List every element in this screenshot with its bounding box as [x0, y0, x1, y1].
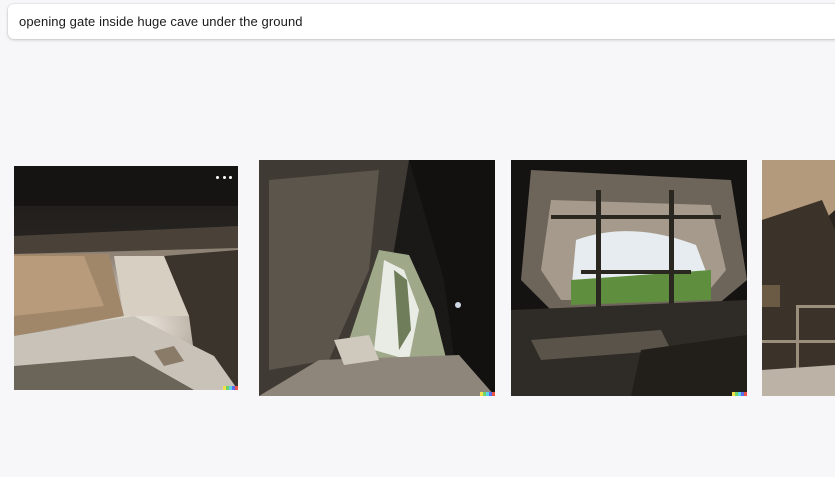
more-options-button[interactable] [216, 172, 232, 182]
generated-image-4[interactable] [762, 160, 835, 396]
prompt-text: opening gate inside huge cave under the … [19, 14, 303, 29]
dot-icon [216, 175, 219, 179]
cave-image-3 [511, 160, 747, 396]
cave-image-1 [14, 166, 238, 390]
dot-icon [229, 175, 232, 179]
generated-image-2[interactable] [259, 160, 495, 396]
cave-image-4 [762, 160, 835, 396]
cave-image-2 [259, 160, 495, 396]
generated-image-1[interactable] [14, 166, 238, 390]
color-signature-icon [223, 386, 238, 390]
signature-swatch [235, 386, 238, 390]
signature-swatch [492, 392, 495, 396]
prompt-input[interactable]: opening gate inside huge cave under the … [8, 4, 835, 39]
color-signature-icon [732, 392, 747, 396]
color-signature-icon [480, 392, 495, 396]
generated-image-3[interactable] [511, 160, 747, 396]
signature-swatch [744, 392, 747, 396]
dot-icon [222, 175, 226, 179]
